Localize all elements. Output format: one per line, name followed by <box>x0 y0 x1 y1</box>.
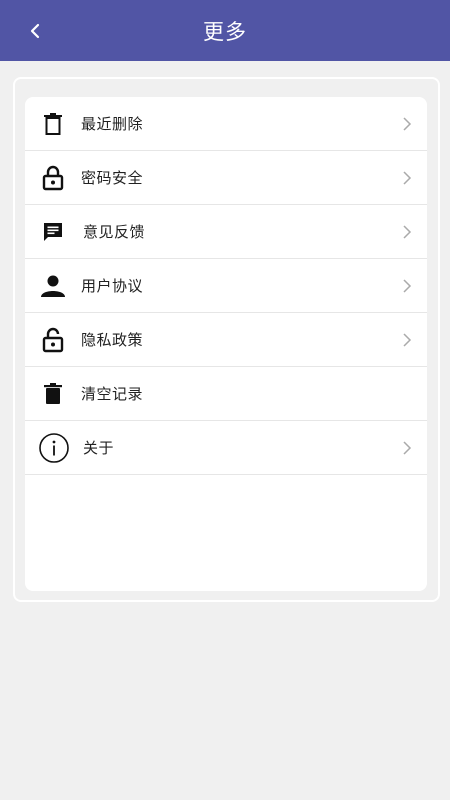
menu-item-label: 用户协议 <box>81 277 144 295</box>
trash-outline-icon <box>39 110 67 138</box>
menu-item-privacy-policy[interactable]: 隐私政策 <box>25 313 427 367</box>
chevron-right-icon <box>403 225 412 239</box>
menu-item-label: 清空记录 <box>81 385 144 403</box>
chevron-right-icon <box>403 117 412 131</box>
chevron-right-icon <box>403 441 412 455</box>
info-icon <box>38 432 70 464</box>
menu-item-clear-records[interactable]: 清空记录 <box>25 367 427 421</box>
lock-icon <box>39 164 67 192</box>
settings-list: 最近删除 密码安全 意见反馈 用户协议 隐私政策 清空记录 关于 <box>25 97 427 591</box>
menu-item-about[interactable]: 关于 <box>25 421 427 475</box>
menu-item-label: 隐私政策 <box>81 331 144 349</box>
menu-item-recently-deleted[interactable]: 最近删除 <box>25 97 427 151</box>
chevron-left-icon <box>30 23 40 39</box>
chevron-right-icon <box>403 333 412 347</box>
menu-item-label: 意见反馈 <box>83 223 146 241</box>
person-icon <box>39 272 67 300</box>
app-header: 更多 <box>0 0 450 61</box>
chevron-right-icon <box>403 171 412 185</box>
menu-item-label: 关于 <box>83 439 115 457</box>
menu-item-user-agreement[interactable]: 用户协议 <box>25 259 427 313</box>
menu-item-label: 密码安全 <box>81 169 144 187</box>
menu-item-password-security[interactable]: 密码安全 <box>25 151 427 205</box>
back-button[interactable] <box>22 18 48 44</box>
menu-item-label: 最近删除 <box>81 115 144 133</box>
page-title: 更多 <box>203 19 247 44</box>
trash-filled-icon <box>39 380 67 408</box>
menu-item-feedback[interactable]: 意见反馈 <box>25 205 427 259</box>
feedback-icon <box>39 218 67 246</box>
chevron-right-icon <box>403 279 412 293</box>
unlock-icon <box>39 326 67 354</box>
